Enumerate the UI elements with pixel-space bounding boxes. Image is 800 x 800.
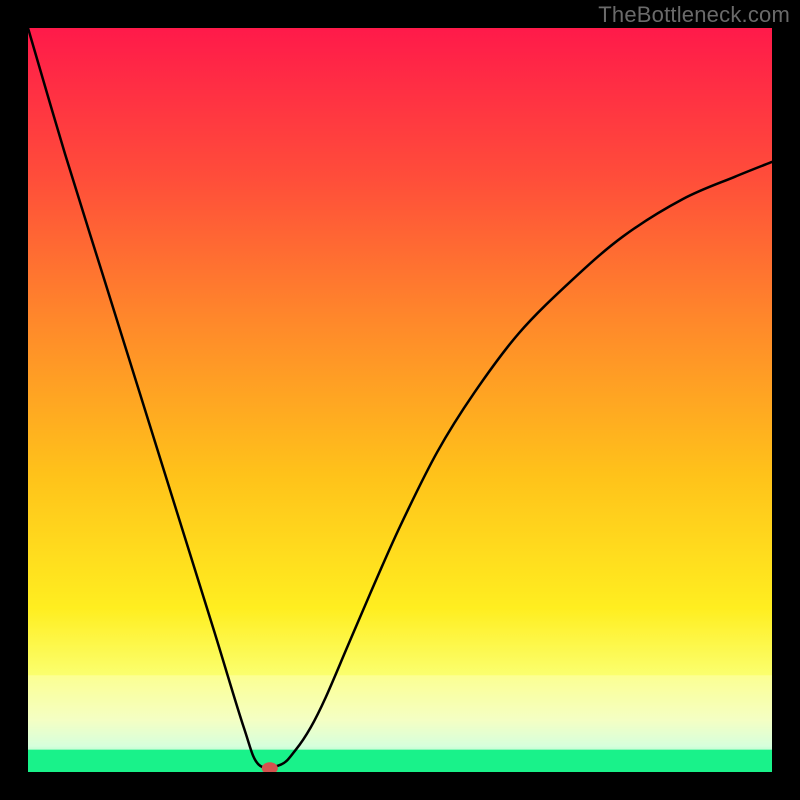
chart-plot-area bbox=[28, 28, 772, 772]
watermark-text: TheBottleneck.com bbox=[598, 2, 790, 28]
chart-background-gradient bbox=[28, 28, 772, 772]
chart-svg bbox=[28, 28, 772, 772]
chart-green-band bbox=[28, 750, 772, 772]
chart-pale-band bbox=[28, 675, 772, 749]
chart-frame: TheBottleneck.com bbox=[0, 0, 800, 800]
